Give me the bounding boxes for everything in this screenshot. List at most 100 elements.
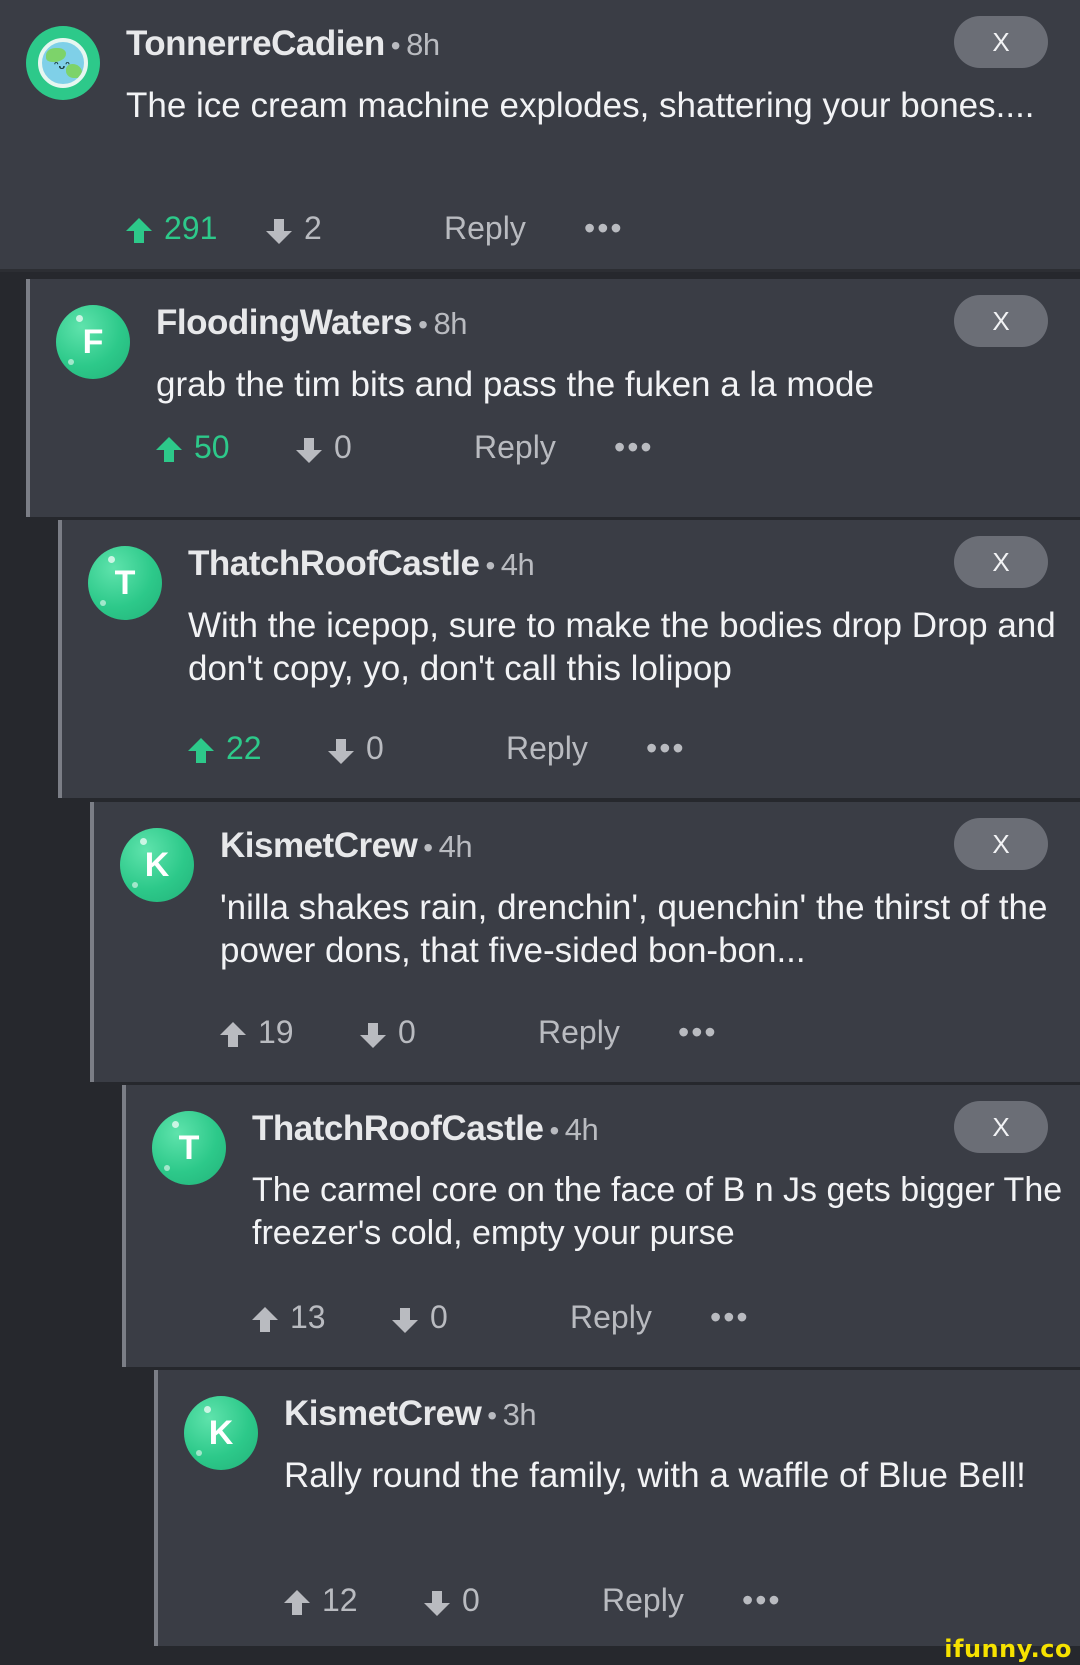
author-name[interactable]: KismetCrew <box>220 826 418 865</box>
comment-time: 3h <box>502 1397 537 1432</box>
downvote-button[interactable]: 0 <box>422 1578 480 1622</box>
comment-actions: 22 0 Reply ••• <box>186 726 706 770</box>
upvote-count: 50 <box>194 429 230 465</box>
separator-dot: • <box>423 832 433 863</box>
downvote-button[interactable]: 0 <box>390 1295 448 1339</box>
upvote-arrow-icon <box>126 217 152 243</box>
downvote-button[interactable]: 2 <box>264 206 322 250</box>
close-button[interactable]: X <box>954 818 1048 870</box>
reply-button[interactable]: Reply <box>506 726 588 770</box>
author-name[interactable]: TonnerreCadien <box>126 24 385 63</box>
upvote-arrow-icon <box>284 1589 310 1615</box>
comment-text: 'nilla shakes rain, drenchin', quenchin'… <box>220 888 1048 970</box>
downvote-arrow-icon <box>392 1307 418 1333</box>
downvote-button[interactable]: 0 <box>326 726 384 770</box>
separator-dot: • <box>485 550 495 581</box>
upvote-arrow-icon <box>220 1021 246 1047</box>
reply-button[interactable]: Reply <box>570 1295 652 1339</box>
comment-reply: T ThatchRoofCastle • 4h X With the icepop,… <box>58 520 1080 798</box>
downvote-count: 0 <box>398 1014 416 1050</box>
ifunny-watermark: ifunny.co <box>944 1635 1072 1663</box>
earth-avatar-icon: ᵔᴗᵔ <box>38 38 88 88</box>
close-button[interactable]: X <box>954 16 1048 68</box>
downvote-count: 0 <box>366 730 384 766</box>
user-avatar[interactable]: ᵔᴗᵔ <box>26 26 100 100</box>
downvote-arrow-icon <box>360 1022 386 1048</box>
upvote-arrow-icon <box>156 436 182 462</box>
comment-time: 4h <box>438 829 473 864</box>
author-name[interactable]: ThatchRoofCastle <box>252 1109 544 1148</box>
upvote-count: 13 <box>290 1299 326 1335</box>
user-avatar[interactable]: T <box>152 1111 226 1185</box>
close-button[interactable]: X <box>954 1101 1048 1153</box>
comment-actions: 19 0 Reply ••• <box>218 1010 738 1054</box>
downvote-count: 0 <box>462 1582 480 1618</box>
separator-dot: • <box>418 309 428 340</box>
reply-button[interactable]: Reply <box>538 1010 620 1054</box>
comment-author-line: TonnerreCadien • 8h <box>126 24 440 64</box>
comment-text: With the icepop, sure to make the bodies… <box>188 606 1056 688</box>
author-name[interactable]: FloodingWaters <box>156 303 413 342</box>
comment-author-line: KismetCrew • 4h <box>220 826 473 866</box>
user-avatar[interactable]: K <box>184 1396 258 1470</box>
more-options-icon[interactable]: ••• <box>614 425 654 469</box>
separator-dot: • <box>549 1115 559 1146</box>
separator-dot: • <box>487 1400 497 1431</box>
author-name[interactable]: KismetCrew <box>284 1394 482 1433</box>
comment-author-line: ThatchRoofCastle • 4h <box>252 1109 599 1149</box>
close-button[interactable]: X <box>954 295 1048 347</box>
close-button[interactable]: X <box>954 536 1048 588</box>
upvote-button[interactable]: 13 <box>250 1295 326 1339</box>
upvote-arrow-icon <box>188 737 214 763</box>
comment-text: grab the tim bits and pass the fuken a l… <box>156 365 874 404</box>
comment-author-line: KismetCrew • 3h <box>284 1394 537 1434</box>
author-name[interactable]: ThatchRoofCastle <box>188 544 480 583</box>
comment-text: The ice cream machine explodes, shatteri… <box>126 86 1035 125</box>
downvote-count: 2 <box>304 210 322 246</box>
reply-button[interactable]: Reply <box>474 425 556 469</box>
comment-author-line: ThatchRoofCastle • 4h <box>188 544 535 584</box>
user-avatar[interactable]: T <box>88 546 162 620</box>
downvote-arrow-icon <box>424 1590 450 1616</box>
upvote-button[interactable]: 19 <box>218 1010 294 1054</box>
comment-reply: T ThatchRoofCastle • 4h X The carmel core … <box>122 1085 1080 1367</box>
upvote-count: 291 <box>164 210 218 246</box>
downvote-count: 0 <box>430 1299 448 1335</box>
more-options-icon[interactable]: ••• <box>646 726 686 770</box>
downvote-arrow-icon <box>296 437 322 463</box>
more-options-icon[interactable]: ••• <box>710 1295 750 1339</box>
user-avatar[interactable]: F <box>56 305 130 379</box>
comment-time: 8h <box>433 306 467 341</box>
upvote-count: 12 <box>322 1582 358 1618</box>
reply-button[interactable]: Reply <box>602 1578 684 1622</box>
comment-actions: 13 0 Reply ••• <box>250 1295 770 1339</box>
comment-actions: 12 0 Reply ••• <box>282 1578 802 1622</box>
more-options-icon[interactable]: ••• <box>584 206 624 250</box>
upvote-button[interactable]: 50 <box>154 425 230 469</box>
comment-author-line: FloodingWaters • 8h <box>156 303 467 343</box>
upvote-count: 19 <box>258 1014 294 1050</box>
comment-time: 8h <box>406 27 440 62</box>
comment-reply: F FloodingWaters • 8h X grab the tim bits … <box>26 279 1080 517</box>
comment: ᵔᴗᵔ TonnerreCadien • 8h X The ice cream ma… <box>0 0 1080 272</box>
reply-button[interactable]: Reply <box>444 206 526 250</box>
comment-text: The carmel core on the face of B n Js ge… <box>252 1171 1063 1252</box>
downvote-count: 0 <box>334 429 352 465</box>
upvote-button[interactable]: 291 <box>124 206 217 250</box>
comment-time: 4h <box>500 547 535 582</box>
downvote-arrow-icon <box>266 218 292 244</box>
more-options-icon[interactable]: ••• <box>678 1010 718 1054</box>
comment-text: Rally round the family, with a waffle of… <box>284 1456 1026 1495</box>
upvote-button[interactable]: 22 <box>186 726 262 770</box>
comment-actions: 50 0 Reply ••• <box>154 425 674 469</box>
downvote-button[interactable]: 0 <box>358 1010 416 1054</box>
upvote-arrow-icon <box>252 1306 278 1332</box>
comment-reply: K KismetCrew • 3h Rally round the family, … <box>154 1370 1080 1646</box>
upvote-button[interactable]: 12 <box>282 1578 358 1622</box>
downvote-button[interactable]: 0 <box>294 425 352 469</box>
comment-reply: K KismetCrew • 4h X 'nilla shakes rain, dr… <box>90 802 1080 1082</box>
more-options-icon[interactable]: ••• <box>742 1578 782 1622</box>
downvote-arrow-icon <box>328 738 354 764</box>
user-avatar[interactable]: K <box>120 828 194 902</box>
separator-dot: • <box>390 30 401 61</box>
